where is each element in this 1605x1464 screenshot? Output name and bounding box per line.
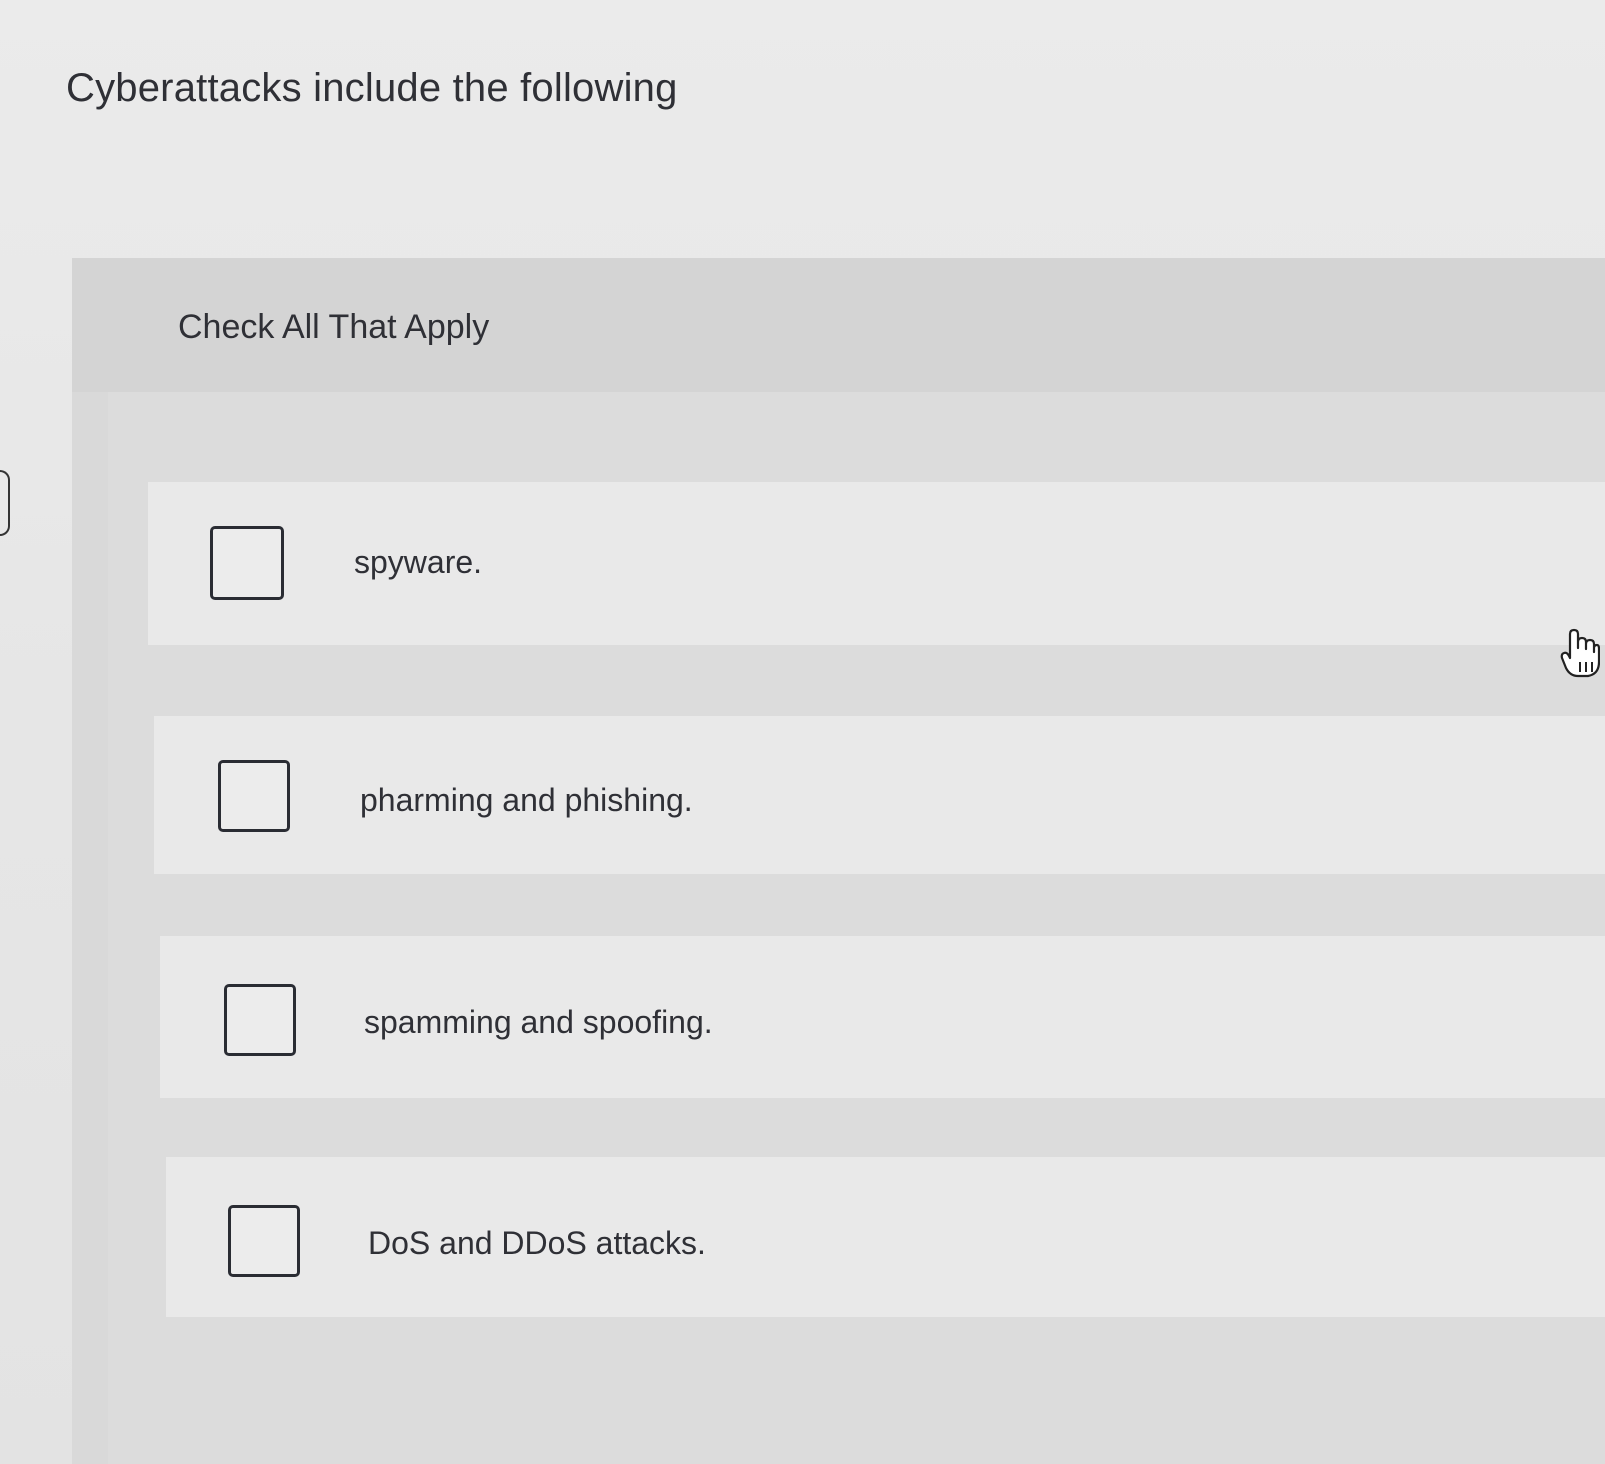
checkbox[interactable] bbox=[210, 526, 284, 600]
question-title: Cyberattacks include the following bbox=[66, 66, 678, 110]
option-pharming-phishing[interactable]: pharming and phishing. bbox=[154, 716, 1605, 874]
option-label: pharming and phishing. bbox=[360, 782, 693, 818]
checkbox[interactable] bbox=[224, 984, 296, 1056]
checkbox[interactable] bbox=[218, 760, 290, 832]
panel-header: Check All That Apply bbox=[72, 258, 1605, 392]
option-label: spamming and spoofing. bbox=[364, 1004, 713, 1040]
left-edge-tab bbox=[0, 470, 10, 536]
hand-pointer-icon bbox=[1560, 628, 1600, 678]
option-label: spyware. bbox=[354, 544, 483, 580]
option-spyware[interactable]: spyware. bbox=[148, 482, 1605, 645]
option-dos-ddos[interactable]: DoS and DDoS attacks. bbox=[166, 1157, 1605, 1317]
instruction-text: Check All That Apply bbox=[178, 308, 490, 346]
checkbox[interactable] bbox=[228, 1205, 300, 1277]
option-spamming-spoofing[interactable]: spamming and spoofing. bbox=[160, 936, 1605, 1098]
option-label: DoS and DDoS attacks. bbox=[368, 1225, 706, 1261]
question-page: Cyberattacks include the following Check… bbox=[0, 0, 1605, 1464]
